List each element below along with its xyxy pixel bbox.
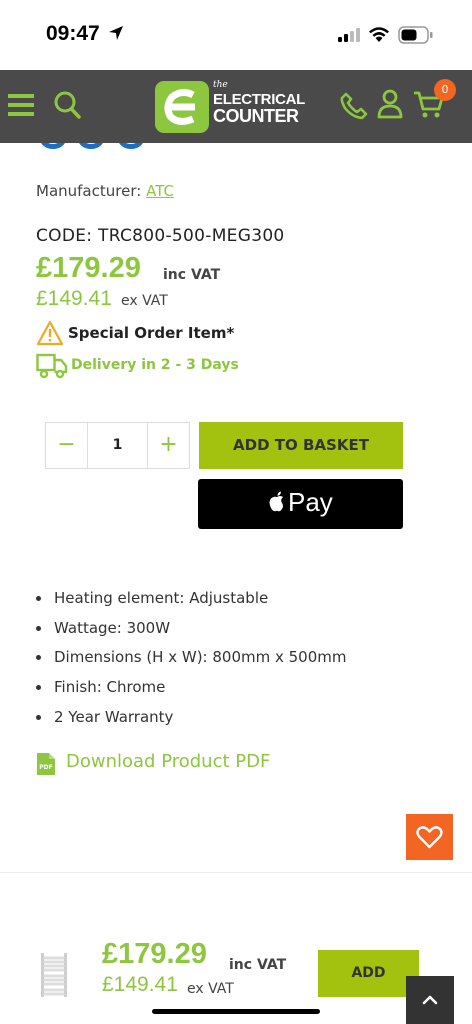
logo-mark <box>155 81 209 133</box>
manufacturer-label: Manufacturer: <box>36 182 142 200</box>
product-specs-list: Heating element: Adjustable Wattage: 300… <box>36 587 347 735</box>
quantity-increase-button[interactable]: + <box>147 423 189 468</box>
product-thumbnail <box>41 953 67 997</box>
quantity-input[interactable]: 1 <box>88 423 147 468</box>
spec-item: Heating element: Adjustable <box>36 587 347 617</box>
logo-line-2: COUNTER <box>213 106 299 126</box>
site-header: the ELECTRICAL COUNTER 0 <box>0 70 472 143</box>
sticky-add-bar <box>0 872 472 1024</box>
spec-item: 2 Year Warranty <box>36 706 347 736</box>
price-ex-vat-label: ex VAT <box>121 293 168 309</box>
wishlist-button[interactable] <box>406 814 453 860</box>
quantity-decrease-button[interactable]: − <box>46 423 88 468</box>
code-value: TRC800-500-MEG300 <box>98 226 285 246</box>
delivery-text: Delivery in 2 - 3 Days <box>71 357 239 373</box>
scroll-to-top-button[interactable] <box>406 976 454 1024</box>
sticky-price-ex-vat: £149.41 <box>102 973 178 996</box>
product-title-partial <box>40 143 158 151</box>
status-time: 09:47 <box>46 22 100 45</box>
apple-pay-label: Pay <box>288 487 333 517</box>
sticky-price-ex-vat-label: ex VAT <box>187 981 234 997</box>
phone-icon[interactable] <box>340 92 368 120</box>
spec-item: Wattage: 300W <box>36 617 347 647</box>
battery-icon <box>398 26 433 44</box>
pdf-icon-text: PDF <box>39 764 52 771</box>
sticky-price-inc-vat-label: inc VAT <box>229 957 287 973</box>
price-inc-vat-label: inc VAT <box>163 267 221 283</box>
manufacturer-link[interactable]: ATC <box>146 182 174 200</box>
logo-the: the <box>213 80 228 90</box>
quantity-stepper: − 1 + <box>45 422 190 469</box>
download-pdf-link[interactable]: Download Product PDF <box>66 751 270 772</box>
account-icon[interactable] <box>377 89 403 119</box>
cart-count-badge: 0 <box>434 79 456 101</box>
menu-icon[interactable] <box>8 94 34 116</box>
special-order-text: Special Order Item* <box>68 324 235 342</box>
location-arrow-icon <box>109 26 123 40</box>
manufacturer: Manufacturer: ATC <box>36 182 174 200</box>
price-inc-vat: £179.29 <box>36 252 141 284</box>
delivery-truck-icon <box>36 353 68 379</box>
heart-icon <box>416 826 443 849</box>
apple-pay-button[interactable]: Pay <box>198 479 403 529</box>
cellular-signal-icon <box>338 28 360 42</box>
sticky-price-inc-vat: £179.29 <box>102 938 207 970</box>
pdf-file-icon: PDF <box>37 753 55 775</box>
price-ex-vat: £149.41 <box>36 287 112 310</box>
spec-item: Finish: Chrome <box>36 676 347 706</box>
code-label: CODE: <box>36 226 93 246</box>
add-to-basket-button[interactable]: ADD TO BASKET <box>199 422 403 469</box>
status-bar: 09:47 <box>0 0 472 70</box>
wifi-icon <box>369 27 389 42</box>
search-icon[interactable] <box>53 90 81 120</box>
site-logo[interactable]: the ELECTRICAL COUNTER <box>155 79 305 135</box>
apple-logo-icon <box>269 491 283 512</box>
spec-item: Dimensions (H x W): 800mm x 500mm <box>36 646 347 676</box>
sticky-add-button[interactable]: ADD <box>318 950 419 997</box>
product-code: CODE: TRC800-500-MEG300 <box>36 226 285 246</box>
chevron-up-icon <box>422 995 438 1005</box>
home-indicator <box>152 1009 320 1014</box>
warning-icon <box>36 320 64 346</box>
